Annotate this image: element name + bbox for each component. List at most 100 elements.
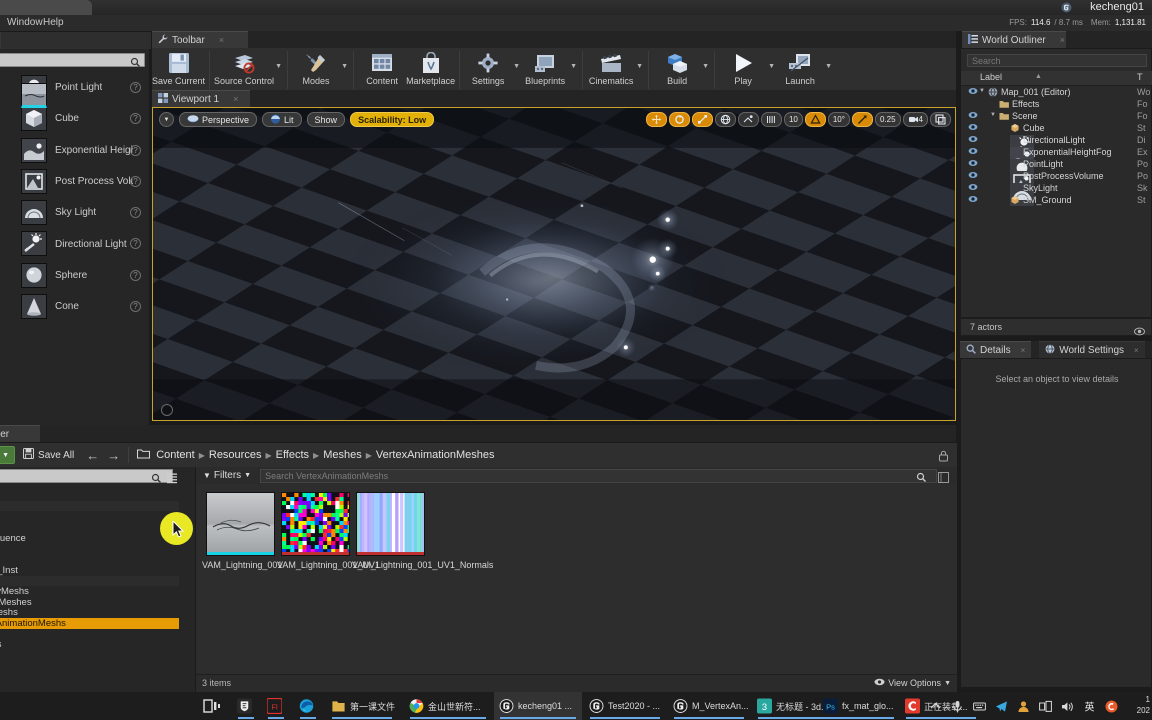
viewport-options-button[interactable]: ▼ [159, 112, 174, 127]
modes-item[interactable]: Cone? [0, 291, 151, 322]
window-tab[interactable] [0, 0, 92, 15]
taskbar-item[interactable]: M_VertexAn... [668, 692, 750, 720]
tab-world-settings[interactable]: World Settings × [1039, 341, 1145, 358]
sources-tree-item[interactable]: texAnimationMeshs [0, 618, 179, 629]
outliner-row[interactable]: SM_Ground St [961, 194, 1152, 206]
info-icon[interactable]: ? [130, 207, 141, 219]
toolbar-button-launch[interactable]: Launch [776, 48, 824, 93]
outliner-row[interactable]: DirectionalLight Di [961, 134, 1152, 158]
filters-button[interactable]: ▼ Filters ▼ [199, 469, 255, 483]
breadcrumb-item[interactable]: Meshes [323, 449, 362, 461]
chevron-down-icon[interactable]: ▼ [340, 48, 349, 93]
sources-tree-item[interactable]: icMeshs [0, 608, 179, 619]
taskbar-clock[interactable]: 1 202 [1137, 694, 1150, 716]
chevron-down-icon[interactable]: ▼ [701, 48, 710, 93]
viewport-value-10[interactable]: 10° [827, 112, 850, 127]
tab-close-icon[interactable]: × [1021, 346, 1026, 355]
modes-item[interactable]: Directional Light? [0, 228, 151, 259]
outliner-row[interactable]: ExponentialHeightFog Ex [961, 146, 1152, 170]
add-new-button[interactable]: rt ▼ [0, 446, 16, 464]
info-icon[interactable]: ? [130, 301, 141, 313]
asset-item[interactable]: VAM_Lightning_001_UV1 [277, 492, 380, 571]
network-icon[interactable] [1039, 700, 1052, 713]
breadcrumb-item[interactable]: Effects [276, 449, 309, 461]
view-options-button[interactable]: View Options ▼ [874, 678, 951, 688]
toolbar-button-blueprints[interactable]: Blueprints [521, 48, 569, 93]
modes-panel-tab[interactable] [0, 32, 1, 49]
volume-icon[interactable] [1061, 700, 1074, 713]
sources-tree-item[interactable]: ion [0, 522, 179, 533]
chevron-down-icon[interactable]: ▼ [767, 48, 776, 93]
outliner-row[interactable]: PostProcessVolume Po [961, 170, 1152, 194]
taskbar-item[interactable]: Fl [262, 692, 290, 720]
visibility-eye-icon[interactable] [968, 159, 978, 168]
outliner-col-label[interactable]: Label [980, 72, 1002, 82]
asset-thumbnail[interactable] [356, 492, 425, 556]
taskbar-item[interactable]: Ps fx_mat_glo... [818, 692, 900, 720]
viewport-button-lit[interactable]: Lit [262, 112, 302, 127]
toolbar-tab-close[interactable]: × [219, 35, 224, 45]
sources-tree-item[interactable]: etalMeshes [0, 597, 179, 608]
surface-snap-icon[interactable] [737, 112, 759, 127]
outliner-visibility-icon[interactable] [1134, 323, 1145, 336]
taskbar-item[interactable] [294, 692, 322, 720]
sources-tree-item[interactable] [0, 543, 179, 554]
rotate-gizmo-icon[interactable] [668, 112, 690, 127]
modes-item[interactable]: Sky Light? [0, 197, 151, 228]
search-icon[interactable] [916, 470, 927, 482]
chevron-down-icon[interactable]: ▼ [824, 48, 833, 93]
info-icon[interactable]: ? [130, 238, 141, 250]
expander-triangle-icon[interactable]: ▼ [979, 88, 985, 94]
chevron-up-icon[interactable] [929, 700, 942, 713]
outliner-row[interactable]: ▼ Map_001 (Editor) Wo [961, 86, 1152, 98]
toolbar-button-marketplace[interactable]: Marketplace [406, 48, 455, 93]
back-arrow-icon[interactable]: ← [86, 448, 99, 463]
info-icon[interactable]: ? [130, 82, 141, 93]
breadcrumb-item[interactable]: Content [156, 449, 195, 461]
toolbar-button-build[interactable]: Build [653, 48, 701, 93]
breadcrumb-item[interactable]: VertexAnimationMeshes [376, 449, 495, 461]
sources-tree-item[interactable]: les [0, 629, 179, 640]
grid-snap-icon[interactable] [760, 112, 782, 127]
toolbar-button-content[interactable]: Content [358, 48, 406, 93]
modes-item[interactable]: Exponential Height F(? [0, 135, 151, 166]
modes-search-input[interactable] [0, 53, 145, 67]
telegram-icon[interactable] [995, 700, 1008, 713]
sources-tree-item[interactable]: p [0, 490, 179, 501]
viewport-eye-icon[interactable] [161, 404, 173, 416]
chevron-down-icon[interactable]: ▼ [512, 48, 521, 93]
task-view-icon[interactable] [203, 697, 221, 715]
info-icon[interactable]: ? [130, 269, 141, 281]
outliner-row[interactable]: Cube St [961, 122, 1152, 134]
sources-tree-item[interactable]: ures [0, 640, 179, 651]
save-search-icon[interactable] [938, 470, 949, 483]
toolbar-button-modes[interactable]: Modes [292, 48, 340, 93]
viewport-tab-close[interactable]: × [233, 94, 238, 104]
outliner-col-type[interactable]: T [1137, 72, 1143, 82]
sources-tree-item[interactable]: es [0, 575, 179, 587]
asset-search-input[interactable]: Search VertexAnimationMeshs [260, 468, 937, 483]
outliner-row[interactable]: Effects Fo [961, 98, 1152, 110]
visibility-eye-icon[interactable] [968, 111, 978, 120]
sources-tree-item[interactable]: ials_Inst [0, 565, 179, 576]
chevron-down-icon[interactable]: ▼ [569, 48, 578, 93]
world-coords-icon[interactable] [714, 112, 736, 127]
sources-search-input[interactable]: hs [0, 469, 173, 483]
level-viewport[interactable]: ▼ Perspective Lit Show Scalability: Low 10 10… [152, 107, 956, 421]
viewport-value-025[interactable]: 0.25 [874, 112, 901, 127]
forward-arrow-icon[interactable]: → [107, 448, 120, 463]
taskbar-item[interactable]: Test2020 - ... [584, 692, 666, 720]
toolbar-button-play[interactable]: Play [719, 48, 767, 93]
sources-options-icon[interactable] [167, 471, 177, 484]
modes-item[interactable]: Post Process Volum(? [0, 166, 151, 197]
sources-tree-item[interactable]: es [0, 500, 179, 512]
modes-item[interactable]: SM_Ground [0, 80, 47, 111]
taskbar-item[interactable]: kecheng01 ... [494, 692, 582, 720]
visibility-eye-icon[interactable] [968, 171, 978, 180]
taskbar-item[interactable]: 金山世新符... [404, 692, 492, 720]
asset-item[interactable]: VAM_Lightning_001_UV1_Normals [352, 492, 493, 571]
taskbar-item[interactable]: 第一课文件 [326, 692, 398, 720]
modes-item[interactable]: Sphere? [0, 260, 151, 291]
info-icon[interactable]: ? [130, 113, 141, 125]
visibility-eye-icon[interactable] [968, 183, 978, 192]
